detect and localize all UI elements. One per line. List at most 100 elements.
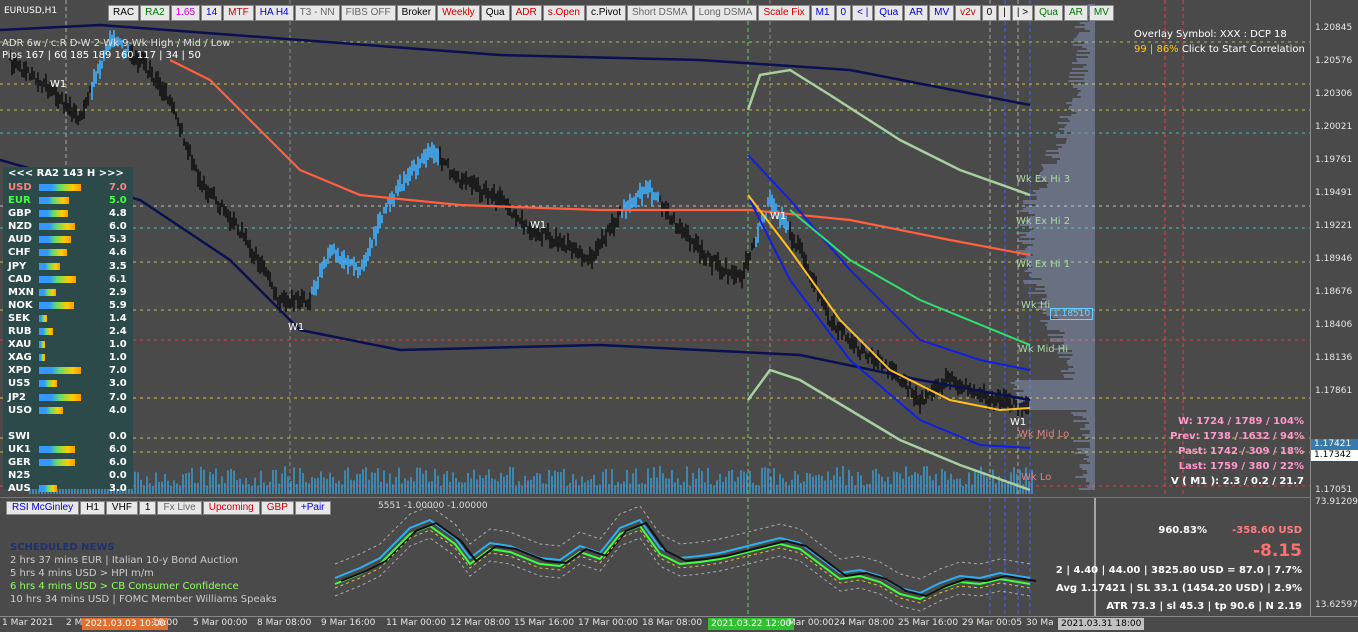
price-tick-label: 1.18136 [1315,353,1352,363]
oscillator-button[interactable]: VHF [106,501,138,515]
toolbar-button[interactable]: Broker [397,5,436,21]
toolbar-button[interactable]: | > [1012,5,1033,21]
w1-label: W1 [530,220,546,231]
oscillator-button[interactable]: Upcoming [203,501,260,515]
strength-row: NZD 6.0 [3,220,133,233]
toolbar-button[interactable]: MV [929,5,954,21]
level-wk-mid-lo: Wk Mid Lo [1018,429,1069,440]
oscillator-button[interactable]: GBP [261,501,294,515]
trade-atr-row: ATR 73.3 | sl 45.3 | tp 90.6 | N 2.19 [1030,598,1302,616]
stats-line: Past: 1742 / 309 / 18% [1146,444,1304,459]
oscillator-button[interactable]: +Pair [295,501,331,515]
price-tick-label: 1.17861 [1315,386,1352,396]
trade-stats: 960.83% -358.60 USD -8.15 2 | 4.40 | 44.… [1030,522,1302,616]
correlation-link[interactable]: 99 | 86% Click to Start Correlation [1134,42,1305,57]
strength-bar [39,485,57,492]
time-tick-label: Mar 00:00 [788,618,834,628]
news-item[interactable]: 2 hrs 37 mins EUR | Italian 10-y Bond Au… [10,554,277,567]
price-tick-label: 1.20306 [1315,89,1352,99]
strength-currency: EUR [8,194,31,207]
toolbar-button[interactable]: HA H4 [255,5,294,21]
toolbar-button[interactable]: s.Open [543,5,585,21]
strength-row: USD 7.0 [3,181,133,194]
news-item[interactable]: 6 hrs 4 mins USD > CB Consumer Confidenc… [10,580,277,593]
strength-value: 6.0 [109,456,127,469]
toolbar-button[interactable]: 1.65 [171,5,200,21]
toolbar-button[interactable]: ADR [511,5,542,21]
strength-bar [39,328,53,335]
overlay-info[interactable]: Overlay Symbol: XXX : DCP 18 99 | 86% Cl… [1134,27,1305,57]
strength-bar [39,184,81,191]
news-item[interactable]: 10 hrs 34 mins USD | FOMC Member William… [10,593,277,606]
strength-currency: RUB [8,325,31,338]
time-tick-label: 29 Mar 00:05 [962,618,1022,628]
price-tick-label: 1.18676 [1315,287,1352,297]
toolbar-button[interactable]: Weekly [437,5,480,21]
toolbar-button[interactable]: AR [904,5,928,21]
strength-row [3,417,133,430]
oscillator-band-mid [335,530,1030,603]
main-chart[interactable] [0,0,1310,496]
strength-row: USO 4.0 [3,404,133,417]
toolbar-button[interactable]: RAC [108,5,139,21]
toolbar-button[interactable]: MTF [223,5,254,21]
strength-currency: GBP [8,207,31,220]
strength-row: AUD 5.3 [3,233,133,246]
time-tick-label: 24 Mar 08:00 [834,618,894,628]
strength-value: 5.3 [109,233,127,246]
time-tick-label: 12 Mar 08:00 [450,618,510,628]
strength-row: SEK 1.4 [3,312,133,325]
toolbar-button[interactable]: c.Pivot [586,5,626,21]
toolbar-button[interactable]: 0 [836,5,852,21]
strength-header[interactable]: <<< RA2 143 H >>> [3,167,133,181]
strength-bar [39,341,45,348]
oscillator-toolbar: RSI McGinley H1 VHF 1 Fx Live Upcoming GBP +Pai… [6,501,332,515]
toolbar-button[interactable]: < | [852,5,873,21]
strength-currency: NZD [8,220,32,233]
price-axis[interactable]: 1.20845 1.20576 1.20306 1.20021 1.19761 1.194… [1310,0,1358,616]
toolbar-button[interactable]: | [998,5,1011,21]
toolbar-button[interactable]: FIBS OFF [341,5,396,21]
toolbar-button[interactable]: 0 [982,5,998,21]
toolbar-button[interactable]: MV [1089,5,1114,21]
toolbar-button[interactable]: RA2 [140,5,169,21]
oscillator-button[interactable]: H1 [80,501,105,515]
news-item[interactable]: 5 hrs 4 mins USD > HPI m/m [10,567,277,580]
toolbar-button[interactable]: Short DSMA [627,5,693,21]
oscillator-button[interactable]: Fx Live [157,501,201,515]
strength-row: CAD 6.1 [3,273,133,286]
strength-currency: MXN [8,286,34,299]
time-axis[interactable]: 1 Mar 2021 2 Mar 2021.03.03 10:00 16:00 5 Ma… [0,616,1358,632]
price-chart-canvas[interactable] [0,0,1310,496]
strength-currency: JPY [8,260,26,273]
toolbar-button[interactable]: Qua [874,5,903,21]
oscillator-button[interactable]: 1 [139,501,157,515]
toolbar-button[interactable]: Long DSMA [694,5,758,21]
toolbar-button[interactable]: Scale Fix [758,5,809,21]
time-tick-label: 17 Mar 00:00 [578,618,638,628]
strength-bar [39,394,81,401]
price-tick-label: 1.17051 [1315,485,1352,495]
toolbar-button[interactable]: M1 [811,5,835,21]
strength-value: 4.6 [109,246,127,259]
toolbar-button[interactable]: Qua [1034,5,1063,21]
trend-line [790,210,1030,345]
stats-line: V ( M1 ): 2.3 / 0.2 / 21.7 [1146,474,1304,489]
strength-bar [39,197,69,204]
trade-lots-row: 2 | 4.40 | 44.00 | 3825.80 USD = 87.0 | … [1030,562,1302,580]
toolbar-button[interactable]: T3 - NN [295,5,340,21]
time-tick-label: 2021.03.31 18:00 [1058,618,1144,630]
strength-row: UK1 6.0 [3,443,133,456]
strength-row: SWI 0.0 [3,430,133,443]
symbol-label: EURUSD,H1 [4,6,57,16]
strength-currency: N25 [8,469,30,482]
strength-currency: XAG [8,351,32,364]
time-tick-label: 30 Ma [1026,618,1054,628]
toolbar-button[interactable]: AR [1064,5,1088,21]
strength-row: XPD 7.0 [3,364,133,377]
price-tick-label: 13.62597 [1315,600,1358,610]
toolbar-button[interactable]: Qua [481,5,510,21]
toolbar-button[interactable]: v2v [955,5,981,21]
toolbar-button[interactable]: 14 [201,5,222,21]
oscillator-button[interactable]: RSI McGinley [6,501,79,515]
